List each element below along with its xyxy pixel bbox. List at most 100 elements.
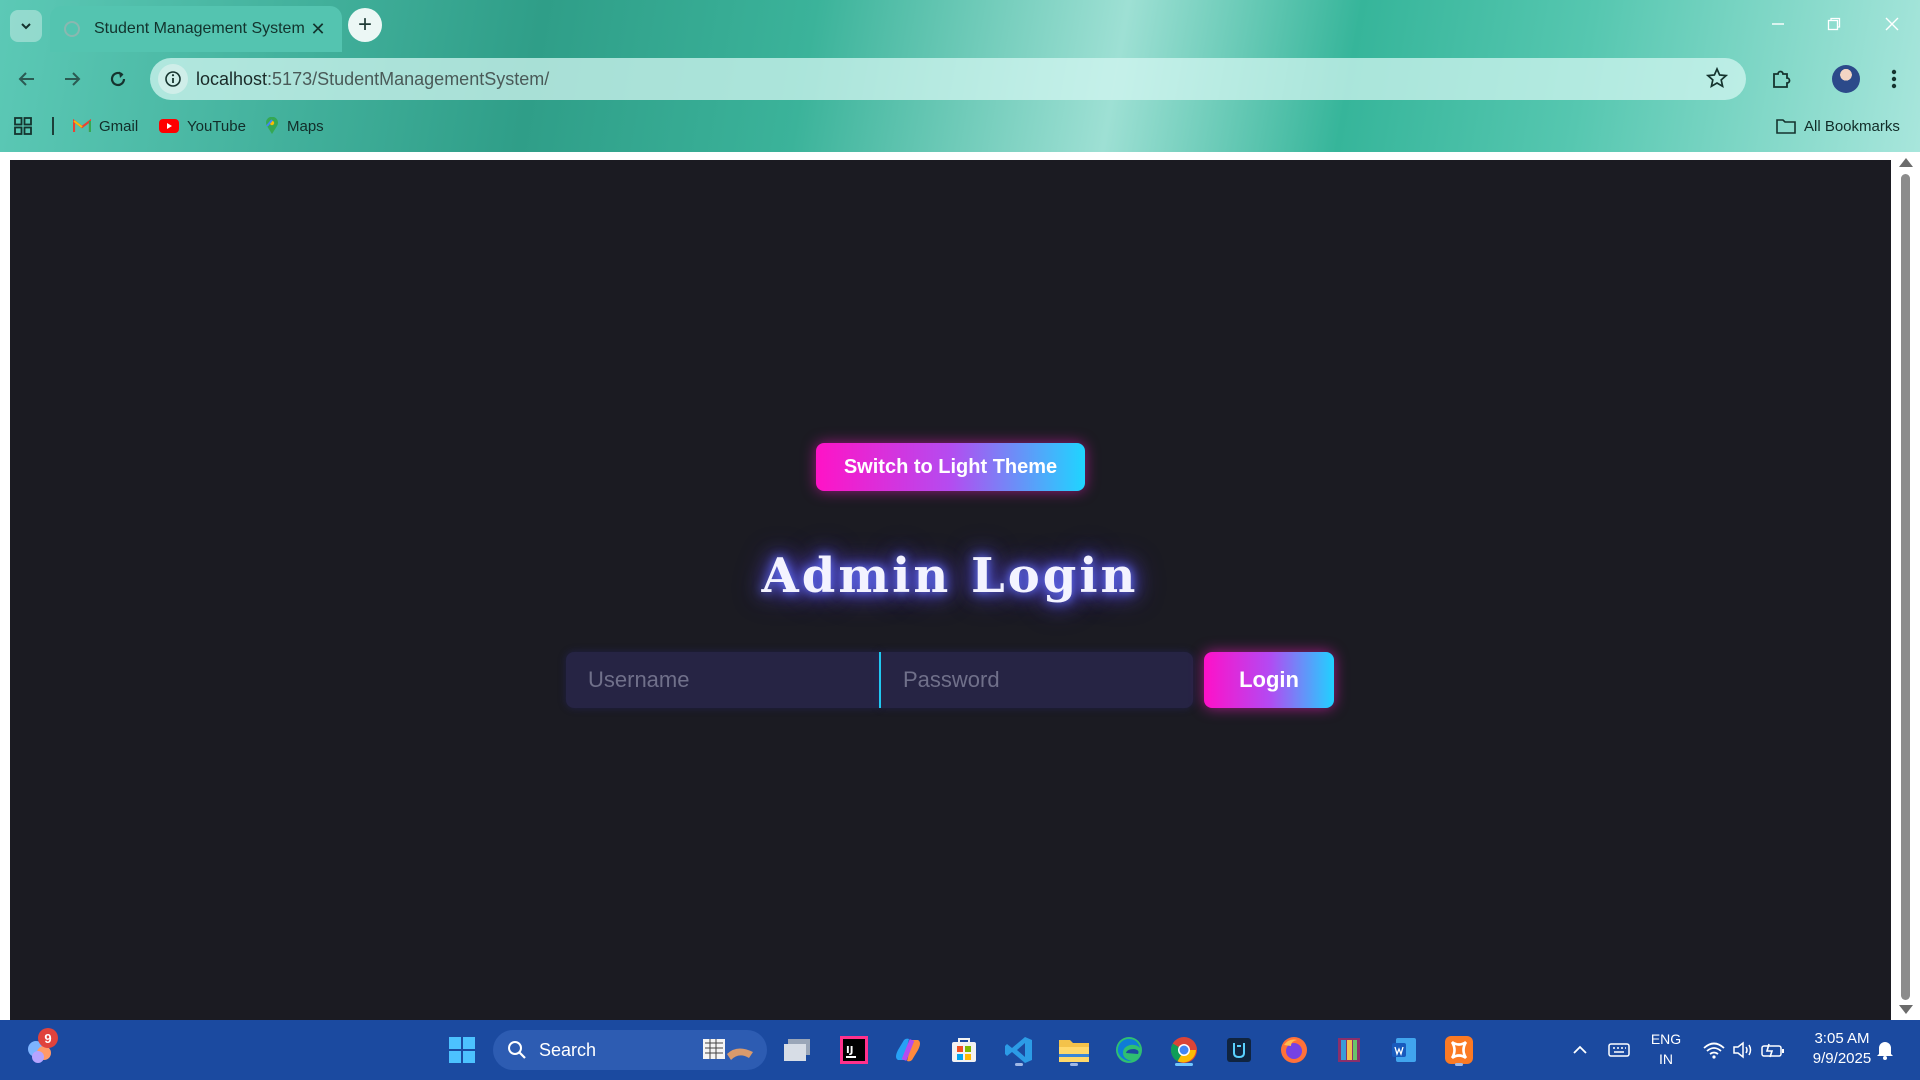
taskbar-app-vscode[interactable] — [999, 1030, 1039, 1070]
bookmark-label: YouTube — [187, 117, 246, 135]
tab-close-icon[interactable]: ✕ — [308, 19, 328, 40]
taskbar-app-terminal[interactable] — [1219, 1030, 1259, 1070]
tab-search-button[interactable] — [10, 10, 42, 42]
browser-chrome: Student Management System ✕ + localhost:… — [0, 0, 1920, 152]
taskbar-app-xampp[interactable] — [1439, 1030, 1479, 1070]
browser-menu-button[interactable] — [1876, 61, 1912, 97]
arrow-left-icon — [18, 72, 34, 86]
notifications-button[interactable] — [1870, 1020, 1900, 1080]
apps-button[interactable] — [14, 115, 32, 137]
edge-icon — [1116, 1037, 1142, 1063]
firefox-icon — [1281, 1037, 1307, 1063]
profile-button[interactable] — [1828, 61, 1864, 97]
active-indicator — [1175, 1063, 1193, 1066]
scroll-thumb[interactable] — [1901, 174, 1910, 1000]
taskbar-app-copilot[interactable] — [888, 1030, 928, 1070]
show-hidden-icons-button[interactable] — [1565, 1020, 1595, 1080]
start-button[interactable] — [442, 1030, 482, 1070]
wifi-icon — [1703, 1042, 1725, 1059]
gmail-icon — [73, 119, 91, 132]
taskbar-app-edge[interactable] — [1109, 1030, 1149, 1070]
tab-strip: Student Management System ✕ + — [0, 0, 1920, 52]
search-highlight-icon — [703, 1039, 753, 1060]
site-info-icon[interactable] — [158, 64, 188, 94]
taskbar-app-winrar[interactable] — [1329, 1030, 1369, 1070]
volume-icon — [1733, 1041, 1752, 1059]
vertical-scrollbar[interactable] — [1891, 152, 1920, 1020]
avatar — [1832, 65, 1860, 93]
puzzle-icon — [1773, 70, 1791, 88]
window-minimize-button[interactable] — [1750, 0, 1806, 48]
running-indicator — [1455, 1063, 1463, 1066]
taskbar-app-chrome[interactable] — [1164, 1030, 1204, 1070]
taskbar-search[interactable]: Search — [493, 1030, 767, 1070]
volume-button[interactable] — [1729, 1020, 1757, 1080]
battery-button[interactable] — [1759, 1020, 1787, 1080]
window-restore-button[interactable] — [1806, 0, 1862, 48]
running-indicator — [1015, 1063, 1023, 1066]
page-frame — [0, 152, 1920, 160]
keyboard-icon — [1608, 1043, 1630, 1057]
maps-icon — [266, 117, 278, 134]
extensions-button[interactable] — [1763, 61, 1799, 97]
arrow-right-icon — [65, 72, 81, 86]
wifi-button[interactable] — [1700, 1020, 1728, 1080]
bookmark-gmail[interactable]: Gmail — [73, 115, 138, 137]
chevron-down-icon — [21, 23, 31, 30]
more-vertical-icon — [1891, 69, 1897, 89]
taskbar-app-firefox[interactable] — [1274, 1030, 1314, 1070]
intellij-icon: IJ — [840, 1036, 868, 1064]
bookmarks-separator — [52, 117, 54, 135]
address-bar[interactable]: localhost:5173/StudentManagementSystem/ — [150, 58, 1746, 100]
login-button[interactable]: Login — [1204, 652, 1334, 708]
all-bookmarks-button[interactable]: All Bookmarks — [1776, 115, 1900, 137]
store-icon — [952, 1038, 976, 1062]
bell-icon — [1877, 1042, 1893, 1060]
tab-active[interactable]: Student Management System ✕ — [50, 6, 342, 52]
archive-icon — [1338, 1038, 1360, 1062]
switch-theme-button[interactable]: Switch to Light Theme — [816, 443, 1085, 491]
password-input[interactable] — [879, 652, 1193, 708]
apps-grid-icon — [14, 117, 32, 135]
forward-button[interactable] — [54, 61, 90, 97]
taskbar-app-store[interactable] — [944, 1030, 984, 1070]
reload-button[interactable] — [100, 61, 136, 97]
minimize-icon — [1772, 23, 1784, 25]
bookmarks-bar: Gmail YouTube Maps All Bookmarks — [0, 106, 1920, 146]
taskbar-app-word[interactable] — [1384, 1030, 1424, 1070]
tab-title: Student Management System — [94, 20, 305, 37]
username-input[interactable] — [566, 652, 879, 708]
all-bookmarks-label: All Bookmarks — [1804, 117, 1900, 135]
bookmark-youtube[interactable]: YouTube — [159, 115, 246, 137]
running-indicator — [1070, 1063, 1078, 1066]
page-frame — [0, 152, 10, 1020]
folder-explorer-icon — [1059, 1040, 1089, 1062]
new-tab-button[interactable]: + — [348, 8, 382, 42]
bookmark-star-icon[interactable] — [1705, 66, 1729, 94]
task-view-button[interactable] — [778, 1030, 818, 1070]
language-indicator[interactable]: ENG IN — [1646, 1029, 1686, 1069]
scroll-up-arrow-icon[interactable] — [1899, 158, 1913, 167]
chevron-up-icon — [1573, 1045, 1587, 1054]
keyboard-button[interactable] — [1604, 1020, 1634, 1080]
taskbar-app-intellij[interactable]: IJ — [834, 1030, 874, 1070]
taskbar-app-explorer[interactable] — [1054, 1030, 1094, 1070]
language-code: ENG — [1650, 1031, 1682, 1047]
document-app-icon — [1392, 1038, 1416, 1062]
search-label: Search — [539, 1039, 597, 1060]
vscode-icon — [1005, 1037, 1032, 1063]
browser-toolbar: localhost:5173/StudentManagementSystem/ — [0, 52, 1920, 106]
close-icon — [1885, 17, 1899, 31]
svg-text:IJ: IJ — [846, 1045, 853, 1056]
tab-favicon-icon — [64, 21, 80, 37]
terminal-app-icon — [1227, 1038, 1251, 1062]
search-icon — [508, 1041, 526, 1059]
restore-icon — [1827, 17, 1841, 31]
folder-icon — [1776, 119, 1796, 134]
youtube-icon — [159, 119, 179, 133]
reload-icon — [110, 71, 126, 87]
bookmark-maps[interactable]: Maps — [265, 115, 324, 137]
back-button[interactable] — [9, 61, 45, 97]
window-close-button[interactable] — [1864, 0, 1920, 48]
scroll-down-arrow-icon[interactable] — [1899, 1005, 1913, 1014]
